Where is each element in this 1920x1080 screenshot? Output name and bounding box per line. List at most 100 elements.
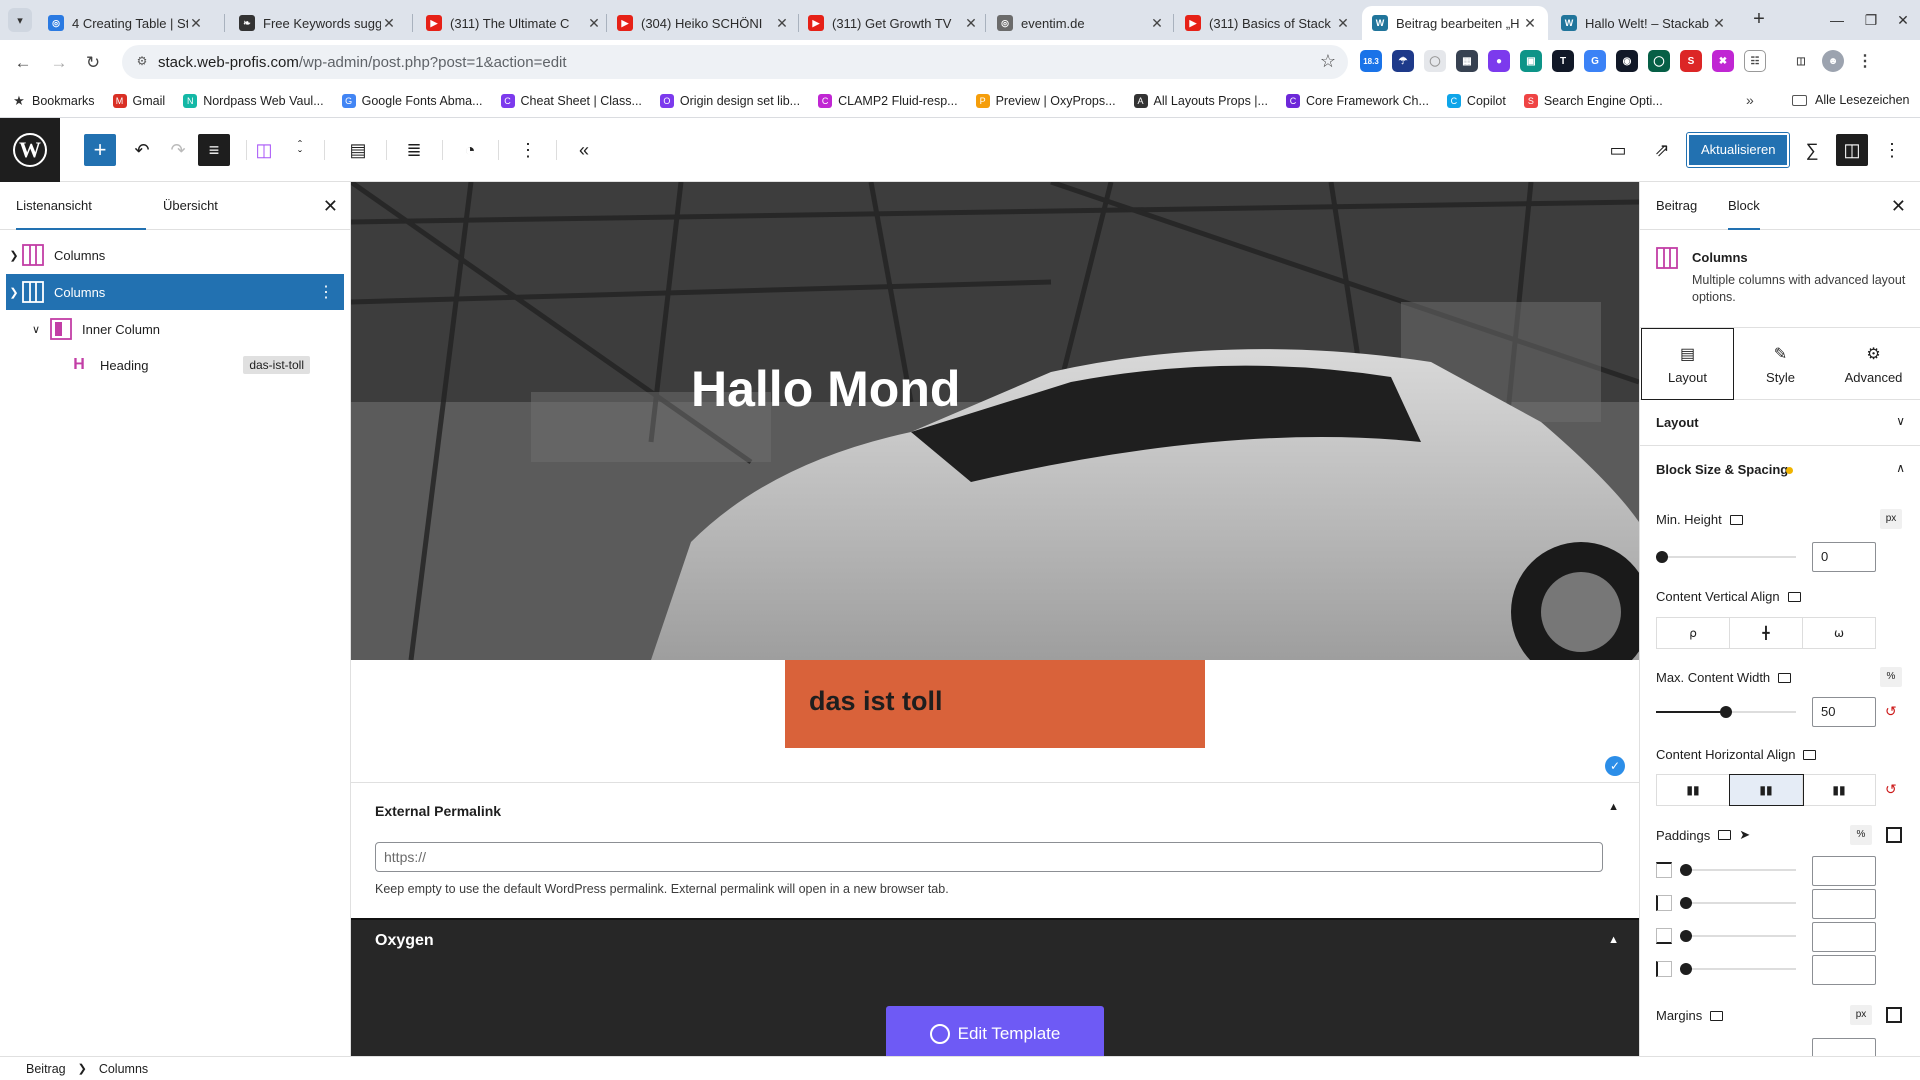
tab-close-icon[interactable]: ✕ <box>963 15 979 32</box>
view-post-external-icon[interactable]: ⇗ <box>1644 132 1680 168</box>
heading-block[interactable]: das ist toll <box>809 686 943 717</box>
bookmark-item[interactable]: C Cheat Sheet | Class... <box>500 93 642 108</box>
extension-chat-icon[interactable]: ◯ <box>1648 50 1670 72</box>
reset-icon[interactable]: ↺ <box>1885 781 1897 798</box>
extension-circle-icon[interactable]: ◯ <box>1424 50 1446 72</box>
tab-list-view[interactable]: Listenansicht <box>16 182 146 230</box>
slider-thumb[interactable] <box>1680 930 1692 942</box>
browser-tab[interactable]: ▶ (304) Heiko SCHÖNI ✕ <box>607 6 800 40</box>
section-layout[interactable]: Layout ∨ <box>1640 400 1920 446</box>
unit-selector[interactable]: % <box>1880 667 1902 687</box>
align-top-button[interactable]: ⍴ <box>1657 618 1730 648</box>
extension-tt-icon[interactable]: T <box>1552 50 1574 72</box>
columns-block-icon[interactable]: ◫ <box>246 132 282 168</box>
chevron-down-icon[interactable]: ∨ <box>28 323 44 336</box>
close-icon[interactable]: ✕ <box>1891 196 1906 217</box>
padding-left-input[interactable] <box>1812 955 1876 985</box>
options-menu-icon[interactable]: ⋮ <box>1874 132 1910 168</box>
tab-close-icon[interactable]: ✕ <box>1522 15 1538 32</box>
extension-g-icon[interactable]: G <box>1584 50 1606 72</box>
tab-close-icon[interactable]: ✕ <box>1335 15 1351 32</box>
slider-thumb[interactable] <box>1680 864 1692 876</box>
reset-icon[interactable]: ↺ <box>1885 703 1897 720</box>
desktop-icon[interactable] <box>1710 1010 1724 1021</box>
restore-icon[interactable]: ❐ <box>1856 8 1886 32</box>
block-options-icon[interactable]: ⋮ <box>318 282 334 302</box>
tab-close-icon[interactable]: ✕ <box>774 15 790 32</box>
list-item[interactable]: H Heading das-ist-toll <box>6 347 344 383</box>
reload-icon[interactable]: ↻ <box>80 50 106 76</box>
padding-left-slider[interactable] <box>1680 961 1796 977</box>
browser-tab-active[interactable]: W Beitrag bearbeiten „H ✕ <box>1362 6 1548 40</box>
browser-tab[interactable]: ▶ (311) The Ultimate C ✕ <box>416 6 612 40</box>
align-center-button[interactable]: ╋ <box>1730 618 1803 648</box>
bookmark-item[interactable]: M Gmail <box>112 93 165 108</box>
minimize-icon[interactable]: — <box>1822 8 1852 32</box>
block-options-icon[interactable]: ⋮ <box>510 132 546 168</box>
tab-search-icon[interactable]: ▾ <box>8 8 32 32</box>
tab-style[interactable]: ✎ Style <box>1734 328 1827 400</box>
browser-tab[interactable]: ❧ Free Keywords sugge ✕ <box>229 6 407 40</box>
profile-avatar[interactable]: ☻ <box>1822 50 1844 72</box>
bookmark-item[interactable]: N Nordpass Web Vaul... <box>183 93 324 108</box>
slider-thumb[interactable] <box>1680 897 1692 909</box>
chevron-down-icon[interactable]: ❯ <box>6 286 22 299</box>
extension-s-icon[interactable]: S <box>1680 50 1702 72</box>
section-block-size-spacing[interactable]: Block Size & Spacing ∧ <box>1640 447 1920 493</box>
list-item[interactable]: ❯ Columns <box>6 237 344 273</box>
permalink-header[interactable]: External Permalink <box>375 803 501 819</box>
chevron-right-icon[interactable]: ❯ <box>6 249 22 262</box>
breadcrumb-item[interactable]: Columns <box>99 1062 148 1076</box>
tab-layout[interactable]: ▤ Layout <box>1641 328 1734 400</box>
close-icon[interactable]: ✕ <box>323 196 338 217</box>
redo-icon[interactable]: ↷ <box>160 132 196 168</box>
link-sides-icon[interactable] <box>1886 1007 1902 1023</box>
extension-grid-icon[interactable]: ▦ <box>1456 50 1478 72</box>
max-content-width-slider[interactable] <box>1656 704 1796 720</box>
permalink-input[interactable] <box>375 842 1603 872</box>
bookmark-item[interactable]: C Copilot <box>1446 93 1506 108</box>
tab-close-icon[interactable]: ✕ <box>1711 15 1727 32</box>
extension-square-icon[interactable]: ▣ <box>1520 50 1542 72</box>
browser-tab[interactable]: ▶ (311) Basics of Stack ✕ <box>1175 6 1361 40</box>
unit-selector[interactable]: px <box>1880 509 1902 529</box>
site-info-icon[interactable]: ⚙ <box>134 54 150 70</box>
margin-top-input[interactable] <box>1812 1038 1876 1056</box>
pointer-icon[interactable]: ➤ <box>1739 827 1750 843</box>
bookmark-item[interactable]: O Origin design set lib... <box>659 93 800 108</box>
edit-template-button[interactable]: Edit Template <box>886 1006 1104 1056</box>
list-item[interactable]: ∨ Inner Column <box>6 311 344 347</box>
add-block-button[interactable]: + <box>84 134 116 166</box>
browser-tab[interactable]: W Hallo Welt! – Stackab ✕ <box>1551 6 1737 40</box>
padding-right-slider[interactable] <box>1680 895 1796 911</box>
desktop-icon[interactable] <box>1803 749 1817 760</box>
forward-icon[interactable]: → <box>46 50 72 76</box>
extension-x-icon[interactable]: ✖ <box>1712 50 1734 72</box>
breadcrumb-item[interactable]: Beitrag <box>26 1062 66 1076</box>
bookmarks-overflow-icon[interactable]: » <box>1746 92 1754 108</box>
padding-right-input[interactable] <box>1812 889 1876 919</box>
bookmark-item[interactable]: S Search Engine Opti... <box>1523 93 1663 108</box>
extension-badge-icon[interactable]: 18.3 <box>1360 50 1382 72</box>
bookmark-item[interactable]: C CLAMP2 Fluid-resp... <box>818 93 958 108</box>
tab-close-icon[interactable]: ✕ <box>381 15 397 32</box>
hero-heading[interactable]: Hallo Mond <box>691 360 960 418</box>
window-close-icon[interactable]: ✕ <box>1888 8 1918 32</box>
browser-tab[interactable]: ▶ (311) Get Growth TV ✕ <box>798 6 989 40</box>
stackable-icon[interactable]: ∑ <box>1794 132 1830 168</box>
slider-thumb[interactable] <box>1656 551 1668 563</box>
bookmark-item[interactable]: A All Layouts Props |... <box>1133 93 1268 108</box>
collapse-toolbar-icon[interactable]: « <box>566 132 602 168</box>
extensions-puzzle-icon[interactable]: ☷ <box>1744 50 1766 72</box>
padding-bottom-slider[interactable] <box>1680 928 1796 944</box>
collapse-caret-icon[interactable]: ▲ <box>1608 934 1619 946</box>
tab-overview[interactable]: Übersicht <box>163 182 218 230</box>
desktop-icon[interactable] <box>1729 514 1743 525</box>
wordpress-logo-icon[interactable]: W <box>0 118 60 182</box>
styles-icon[interactable]: ◔ <box>452 132 488 168</box>
justify-icon[interactable]: ≣ <box>396 132 432 168</box>
desktop-icon[interactable] <box>1718 830 1732 840</box>
extension-mask-icon[interactable]: ◉ <box>1616 50 1638 72</box>
browser-tab[interactable]: ◎ 4 Creating Table | Sta ✕ <box>38 6 214 40</box>
all-bookmarks-button[interactable]: Alle Lesezeichen <box>1792 93 1910 107</box>
